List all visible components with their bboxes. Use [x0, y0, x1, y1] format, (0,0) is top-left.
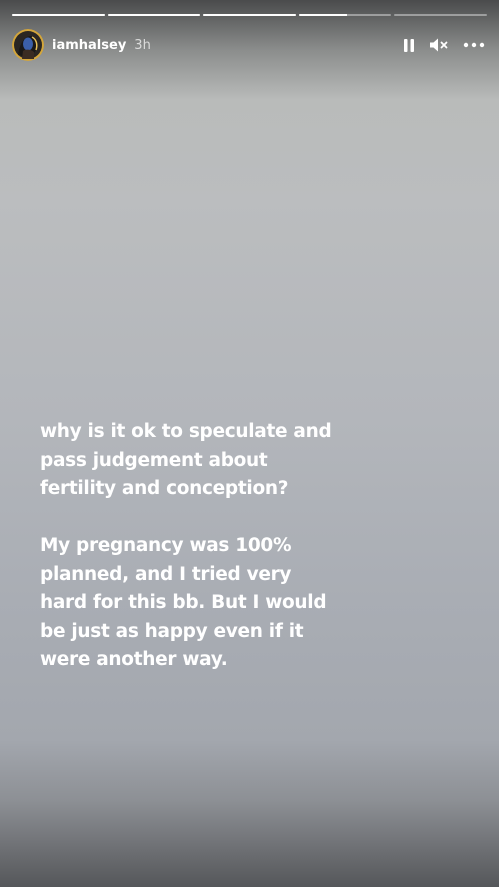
post-time: 3h [134, 37, 151, 53]
pause-button[interactable] [403, 38, 415, 53]
story-controls [403, 37, 485, 53]
progress-segment [298, 14, 392, 16]
progress-segment [203, 14, 296, 16]
story-header: iamhalsey 3h [12, 28, 485, 62]
mute-button[interactable] [429, 37, 449, 53]
progress-segment-fill [203, 14, 296, 16]
avatar-image [12, 29, 44, 61]
progress-segment [107, 14, 201, 16]
story-caption: why is it ok to speculate and pass judge… [40, 418, 340, 675]
progress-segment [12, 14, 105, 16]
progress-segment-fill [298, 14, 347, 16]
avatar[interactable] [12, 29, 44, 61]
story-progress-bar [12, 14, 487, 16]
caption-paragraph: My pregnancy was 100% planned, and I tri… [40, 535, 327, 670]
story-viewer[interactable]: iamhalsey 3h why is it ok to speculate a… [0, 0, 499, 887]
progress-segment-fill [107, 14, 201, 16]
username[interactable]: iamhalsey [52, 38, 126, 53]
caption-paragraph: why is it ok to speculate and pass judge… [40, 421, 332, 499]
more-icon [463, 42, 485, 48]
pause-icon [404, 38, 414, 52]
progress-segment-fill [12, 14, 105, 16]
more-options-button[interactable] [463, 42, 485, 48]
speaker-muted-icon [430, 38, 448, 52]
progress-segment [394, 14, 487, 16]
